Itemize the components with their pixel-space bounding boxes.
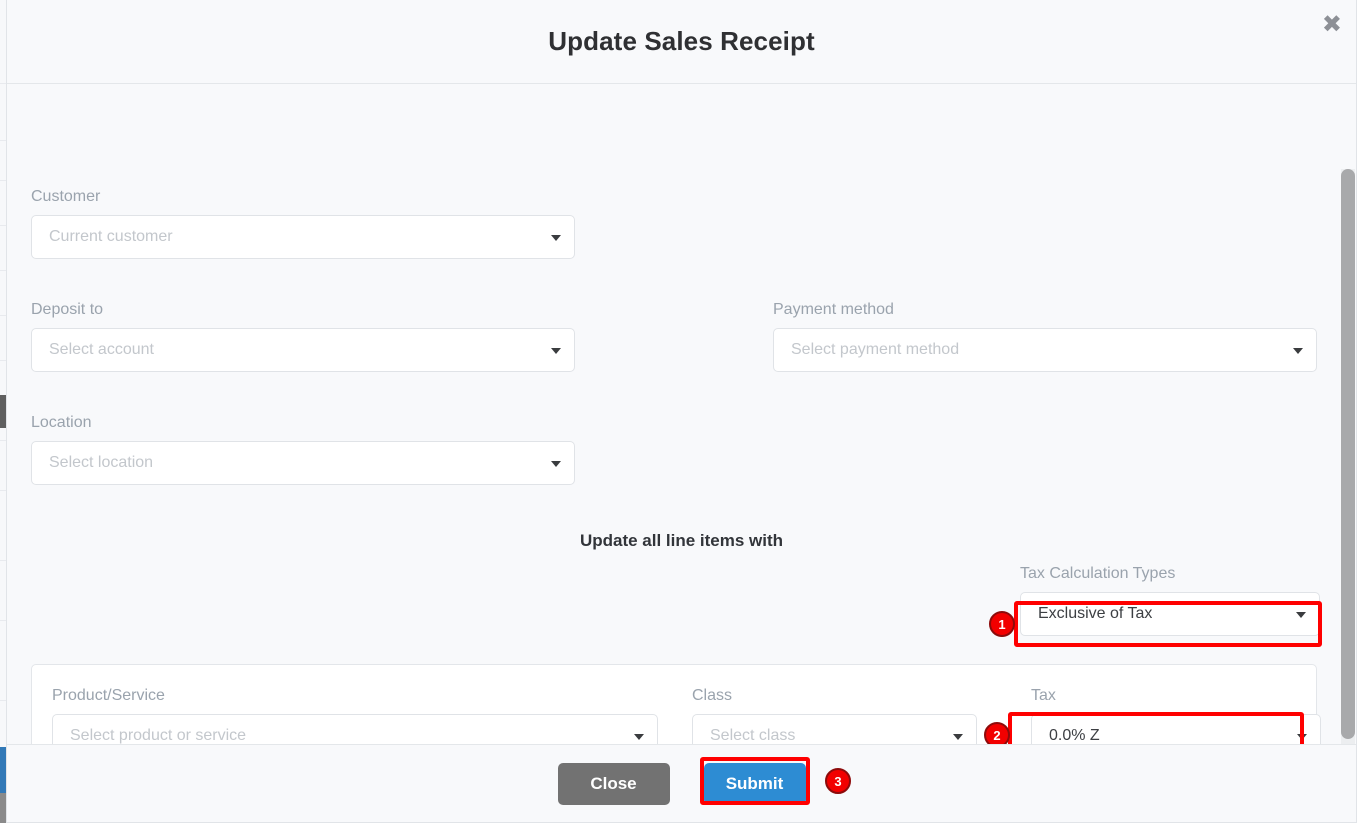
annotation-badge-2: 2 (984, 722, 1010, 744)
label-tax-calculation-types: Tax Calculation Types (1020, 565, 1176, 582)
chevron-down-icon (1297, 734, 1307, 740)
line-item-card: Product/Service Select product or servic… (31, 664, 1321, 744)
field-tax: Tax 0.0% Z (1031, 687, 1321, 744)
class-select[interactable]: Select class (692, 714, 977, 744)
chevron-down-icon (551, 461, 561, 467)
field-customer: Customer Current customer (31, 188, 575, 259)
payment-method-select[interactable]: Select payment method (773, 328, 1317, 372)
field-payment-method: Payment method Select payment method (773, 301, 1317, 372)
close-icon[interactable]: ✖ (1322, 12, 1342, 36)
page-title: Update Sales Receipt (548, 26, 815, 56)
chevron-down-icon (551, 235, 561, 241)
modal-body: Customer Current customer Deposit to Sel… (7, 84, 1356, 744)
chevron-down-icon (953, 734, 963, 740)
deposit-to-placeholder: Select account (49, 341, 154, 358)
close-button[interactable]: Close (557, 762, 670, 805)
tax-calculation-types-select[interactable]: Exclusive of Tax (1020, 592, 1320, 636)
tax-calculation-types-value: Exclusive of Tax (1038, 605, 1153, 622)
payment-method-placeholder: Select payment method (791, 341, 960, 358)
annotation-badge-3: 3 (825, 768, 851, 794)
modal-footer: Close Submit (7, 744, 1356, 822)
label-deposit-to: Deposit to (31, 301, 104, 318)
product-service-placeholder: Select product or service (70, 727, 247, 744)
tax-value: 0.0% Z (1049, 727, 1100, 744)
chevron-down-icon (1293, 348, 1303, 354)
label-customer: Customer (31, 188, 101, 205)
deposit-to-select[interactable]: Select account (31, 328, 575, 372)
chevron-down-icon (634, 734, 644, 740)
location-placeholder: Select location (49, 454, 154, 471)
label-tax: Tax (1031, 687, 1056, 704)
customer-placeholder: Current customer (49, 228, 173, 245)
field-tax-calculation-types: Tax Calculation Types Exclusive of Tax (1020, 565, 1320, 636)
label-class: Class (692, 687, 733, 704)
product-service-select[interactable]: Select product or service (52, 714, 658, 744)
field-location: Location Select location (31, 414, 575, 485)
tax-select[interactable]: 0.0% Z (1031, 714, 1321, 744)
label-payment-method: Payment method (773, 301, 894, 318)
field-deposit-to: Deposit to Select account (31, 301, 575, 372)
annotation-badge-1: 1 (989, 611, 1015, 637)
field-product-service: Product/Service Select product or servic… (52, 687, 658, 744)
submit-button[interactable]: Submit (703, 762, 806, 805)
chevron-down-icon (551, 348, 561, 354)
field-class: Class Select class (692, 687, 977, 744)
scrollbar-thumb[interactable] (1341, 169, 1355, 739)
update-sales-receipt-modal: Update Sales Receipt ✖ Customer Current … (6, 0, 1357, 823)
modal-header: Update Sales Receipt ✖ (7, 0, 1356, 84)
scrollbar-track[interactable] (1341, 169, 1355, 744)
location-select[interactable]: Select location (31, 441, 575, 485)
customer-select[interactable]: Current customer (31, 215, 575, 259)
chevron-down-icon (1296, 612, 1306, 618)
label-location: Location (31, 414, 92, 431)
section-heading: Update all line items with (579, 531, 784, 550)
class-placeholder: Select class (710, 727, 796, 744)
label-product-service: Product/Service (52, 687, 165, 704)
